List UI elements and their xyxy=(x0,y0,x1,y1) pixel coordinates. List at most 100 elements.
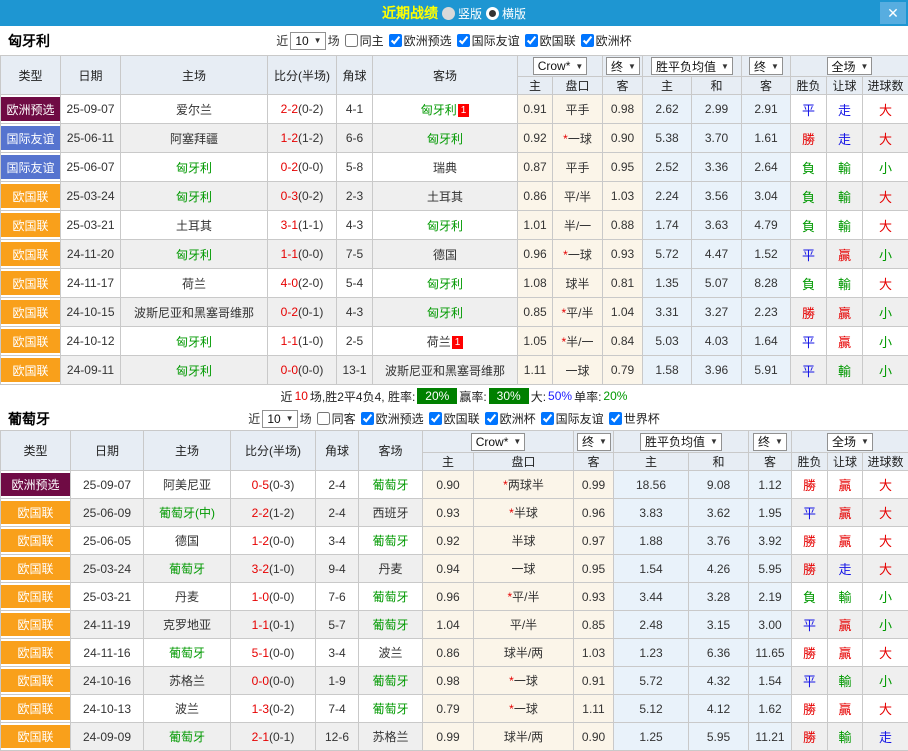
euro-away-odds: 3.04 xyxy=(742,182,791,211)
radio-unselected-icon[interactable] xyxy=(442,7,455,20)
euro-draw-odds: 3.63 xyxy=(692,211,742,240)
league-checkbox-label: 国际友谊 xyxy=(556,410,604,427)
summary-part: 10 xyxy=(295,389,308,403)
result-handicap-cell: 贏 xyxy=(828,471,863,499)
handicap-home-odds: 0.79 xyxy=(423,695,474,723)
result-wdl-cell: 勝 xyxy=(792,723,828,751)
result-handicap-cell: 輸 xyxy=(827,356,863,385)
average-odds-select[interactable]: 胜平负均值▼ xyxy=(640,433,722,451)
handicap-away-odds: 0.85 xyxy=(574,611,614,639)
euro-away-odds: 1.12 xyxy=(749,471,792,499)
final-odds-select-2-value: 终 xyxy=(758,433,770,450)
result-goals-cell: 大 xyxy=(863,527,908,555)
result-goals-cell: 大 xyxy=(863,182,908,211)
league-checkbox[interactable] xyxy=(485,412,498,425)
chevron-down-icon: ▼ xyxy=(861,437,869,446)
match-type-badge: 欧国联 xyxy=(1,327,61,356)
handicap-home-odds: 0.90 xyxy=(423,471,474,499)
team-name-text: 匈牙利 xyxy=(176,335,212,349)
average-odds-select[interactable]: 胜平负均值 ▼ xyxy=(651,57,733,75)
filter-matches-label: 场 xyxy=(300,410,312,427)
final-odds-select-2[interactable]: 终▼ xyxy=(753,433,787,451)
handicap-line-cell: *一球 xyxy=(553,124,603,153)
sections-container: 匈牙利近10▼场同主欧洲预选国际友谊欧国联欧洲杯类型日期主场比分(半场)角球客场… xyxy=(0,26,908,751)
same-venue-checkbox[interactable] xyxy=(345,34,358,47)
result-goals-cell: 大 xyxy=(863,471,908,499)
halftime-score: (1-1) xyxy=(298,218,323,232)
home-team-cell: 苏格兰 xyxy=(144,667,231,695)
euro-home-odds: 5.38 xyxy=(643,124,692,153)
euro-draw-odds: 4.03 xyxy=(692,327,742,356)
corner-cell: 7-6 xyxy=(316,583,359,611)
match-row: 欧国联25-03-21土耳其3-1(1-1)4-3匈牙利1.01半/一0.881… xyxy=(1,211,908,240)
league-checkbox[interactable] xyxy=(525,34,538,47)
away-team-cell: 葡萄牙 xyxy=(359,667,423,695)
scope-select[interactable]: 全场▼ xyxy=(827,57,873,75)
league-checkbox[interactable] xyxy=(609,412,622,425)
layout-radio-horizontal[interactable]: 横版 xyxy=(486,5,526,22)
match-date: 25-09-07 xyxy=(61,95,121,124)
match-count-select[interactable]: 10▼ xyxy=(262,410,297,428)
match-date: 25-03-24 xyxy=(61,182,121,211)
chevron-down-icon: ▼ xyxy=(599,437,607,446)
match-date: 25-06-05 xyxy=(71,527,144,555)
league-checkbox[interactable] xyxy=(389,34,402,47)
result-handicap-cell: 走 xyxy=(828,555,863,583)
bookmaker-select[interactable]: Crow*▼ xyxy=(471,433,526,451)
final-odds-select[interactable]: 终▼ xyxy=(606,57,640,75)
final-odds-select[interactable]: 终▼ xyxy=(577,433,611,451)
euro-away-odds: 2.64 xyxy=(742,153,791,182)
radio-selected-icon[interactable] xyxy=(486,7,499,20)
handicap-away-odds: 0.93 xyxy=(603,240,643,269)
score-cell: 2-2(1-2) xyxy=(231,499,316,527)
result-wdl-cell: 勝 xyxy=(791,124,827,153)
home-team-cell: 葡萄牙 xyxy=(144,723,231,751)
euro-away-odds: 3.00 xyxy=(749,611,792,639)
result-wdl-cell: 勝 xyxy=(792,471,828,499)
league-checkbox[interactable] xyxy=(429,412,442,425)
result-handicap-cell: 輸 xyxy=(827,211,863,240)
col-header-res_goals: 进球数 xyxy=(863,77,908,95)
match-row: 欧国联24-10-13波兰1-3(0-2)7-4葡萄牙0.79*一球1.115.… xyxy=(1,695,908,723)
bookmaker-select[interactable]: Crow*▼ xyxy=(533,57,588,75)
team-name-text: 葡萄牙 xyxy=(372,618,408,632)
chevron-down-icon: ▼ xyxy=(721,62,729,71)
handicap-away-odds: 0.90 xyxy=(574,723,614,751)
match-count-select-value: 10 xyxy=(295,34,308,48)
score-cell: 0-0(0-0) xyxy=(231,667,316,695)
result-goals-cell: 小 xyxy=(863,153,908,182)
home-team-cell: 葡萄牙(中) xyxy=(144,499,231,527)
average-odds-select-value: 胜平负均值 xyxy=(656,58,716,75)
col-header-handicap: 盘口 xyxy=(474,453,574,471)
final-odds-select-2[interactable]: 终▼ xyxy=(749,57,783,75)
handicap-line-cell: 平手 xyxy=(553,153,603,182)
league-checkbox[interactable] xyxy=(541,412,554,425)
odds-change-star: * xyxy=(561,335,566,349)
result-wdl-cell: 勝 xyxy=(792,527,828,555)
close-button[interactable]: ✕ xyxy=(880,2,906,24)
team-name-text: 苏格兰 xyxy=(169,674,205,688)
match-count-select[interactable]: 10▼ xyxy=(290,32,325,50)
section-team-title: 葡萄牙 xyxy=(8,409,50,429)
euro-home-odds: 5.03 xyxy=(643,327,692,356)
close-icon: ✕ xyxy=(887,5,899,21)
layout-radio-vertical[interactable]: 竖版 xyxy=(442,5,482,22)
euro-away-odds: 2.23 xyxy=(742,298,791,327)
col-header-h_away: 客 xyxy=(603,77,643,95)
same-venue-checkbox[interactable] xyxy=(317,412,330,425)
team-name-text: 爱尔兰 xyxy=(176,103,212,117)
col-header-res_handicap: 让球 xyxy=(828,453,863,471)
summary-part: 赢率: xyxy=(459,388,486,405)
section-filter-row: 葡萄牙近10▼场同客欧洲预选欧国联欧洲杯国际友谊世界杯 xyxy=(0,407,908,430)
league-checkbox[interactable] xyxy=(457,34,470,47)
average-odds-select-value: 胜平负均值 xyxy=(645,433,705,450)
section-team-title: 匈牙利 xyxy=(8,31,50,51)
euro-home-odds: 3.31 xyxy=(643,298,692,327)
team-name-text: 苏格兰 xyxy=(372,730,408,744)
league-checkbox[interactable] xyxy=(361,412,374,425)
result-goals-cell: 小 xyxy=(863,667,908,695)
team-name-text: 波斯尼亚和黑塞哥维那 xyxy=(134,306,254,320)
away-team-cell: 苏格兰 xyxy=(359,723,423,751)
league-checkbox[interactable] xyxy=(581,34,594,47)
scope-select[interactable]: 全场▼ xyxy=(827,433,873,451)
